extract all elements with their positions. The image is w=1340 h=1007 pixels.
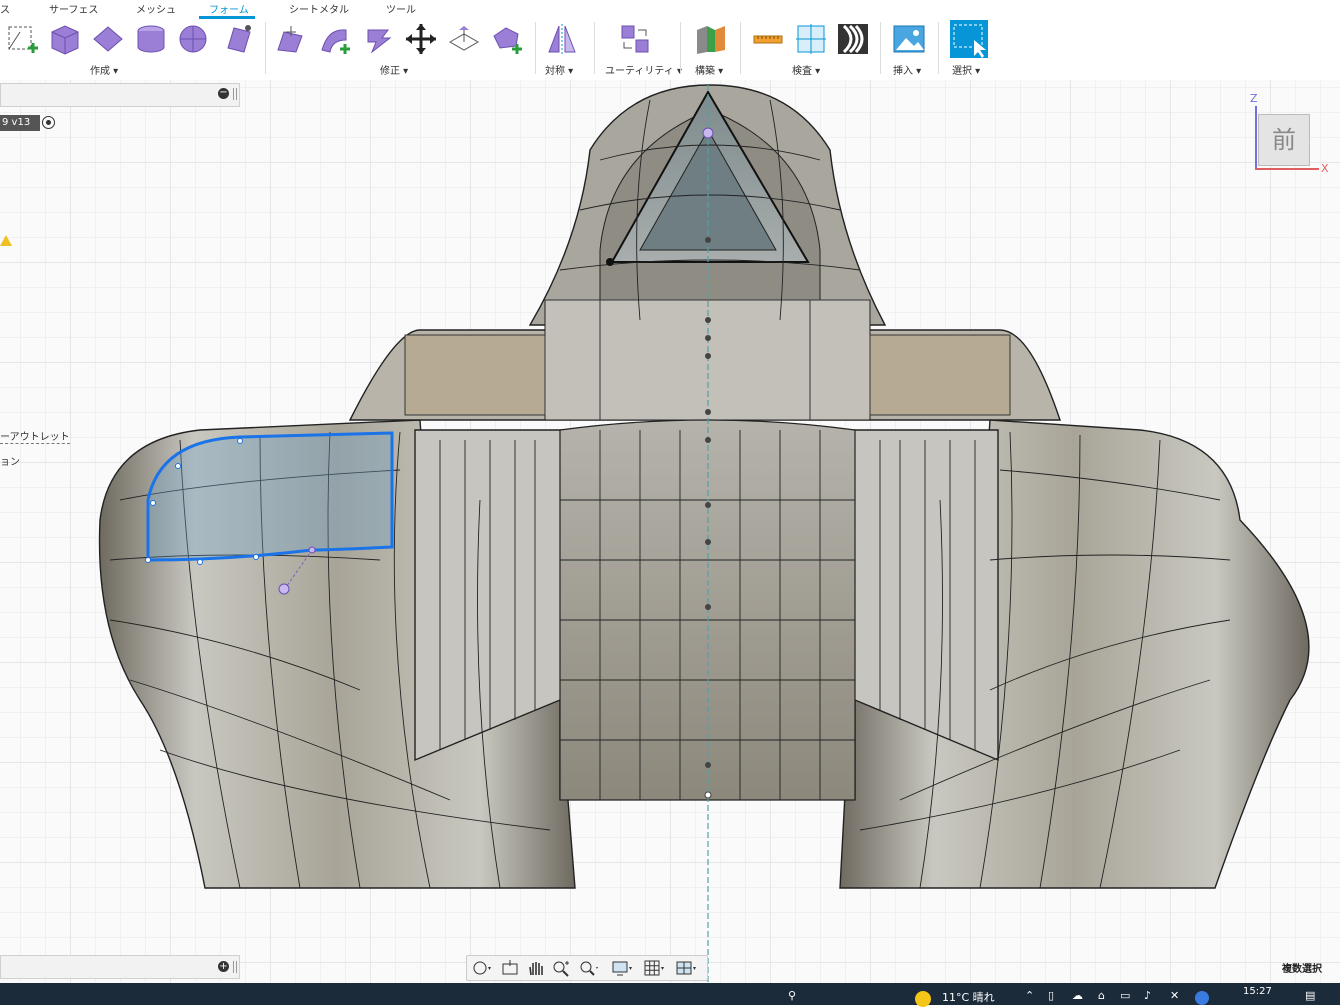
zebra-analysis-icon[interactable] <box>836 22 870 56</box>
sphere-icon[interactable] <box>176 22 210 56</box>
active-tab-indicator <box>199 16 255 19</box>
navigation-bar <box>466 955 708 981</box>
tray-app-icon[interactable] <box>1195 991 1209 1005</box>
viewports-icon[interactable] <box>675 959 697 977</box>
construct-plane-icon[interactable] <box>694 22 728 56</box>
toolbar-separator <box>938 22 939 74</box>
warning-icon <box>0 235 12 246</box>
crease-icon[interactable] <box>447 22 481 56</box>
axis-x-label: X <box>1321 162 1329 175</box>
toolbar-separator <box>680 22 681 74</box>
grid-settings-icon[interactable] <box>643 959 665 977</box>
toolbar-separator <box>265 22 266 74</box>
construct-group-label[interactable]: 構築 ▾ <box>695 62 723 77</box>
browser-row-outlet[interactable]: ーアウトレット <box>0 428 70 444</box>
tab-form[interactable]: フォーム <box>209 1 249 16</box>
tspline-model[interactable] <box>0 80 1340 983</box>
add-comment-icon[interactable]: + <box>218 961 229 972</box>
insert-group-label[interactable]: 挿入 ▾ <box>893 62 921 77</box>
toolbar-separator <box>880 22 881 74</box>
tray-usb-icon[interactable]: ⌂ <box>1098 989 1105 1002</box>
weather-status[interactable]: 11°C 晴れ <box>942 989 995 1005</box>
selection-mode-status[interactable]: 複数選択 <box>1282 960 1322 975</box>
subdivide-icon[interactable] <box>362 22 396 56</box>
x-axis-line <box>1255 168 1319 170</box>
edit-form-icon[interactable] <box>274 22 308 56</box>
convert-icon[interactable] <box>618 22 652 56</box>
measure-icon[interactable] <box>751 22 785 56</box>
create-group-label[interactable]: 作成 ▾ <box>90 62 118 77</box>
modify-group-label[interactable]: 修正 ▾ <box>380 62 408 77</box>
browser-row-tion[interactable]: ョン <box>0 453 20 468</box>
zoom-icon[interactable] <box>551 959 573 977</box>
plane-icon[interactable] <box>91 22 125 56</box>
tray-volume-icon[interactable]: ♪ <box>1144 989 1151 1002</box>
toolbar-separator <box>740 22 741 74</box>
tab-mesh[interactable]: メッシュ <box>136 1 176 16</box>
tab-solid[interactable]: ス <box>0 1 10 16</box>
insert-edge-icon[interactable] <box>318 22 352 56</box>
create-sketch-icon[interactable] <box>6 22 40 56</box>
tab-surface[interactable]: サーフェス <box>49 1 98 16</box>
tray-close-icon[interactable]: ✕ <box>1170 989 1179 1002</box>
notification-icon[interactable]: ▤ <box>1305 989 1315 1002</box>
tab-sheet-metal[interactable]: シートメタル <box>289 1 349 16</box>
clock-time[interactable]: 15:27 <box>1243 986 1272 997</box>
toolbar-separator <box>594 22 595 74</box>
pan-hand-icon[interactable] <box>525 959 547 977</box>
mirror-icon[interactable] <box>545 22 579 56</box>
select-icon[interactable] <box>950 20 988 58</box>
section-analysis-icon[interactable] <box>794 22 828 56</box>
tray-device-icon[interactable]: ▯ <box>1048 989 1054 1002</box>
move-icon[interactable] <box>404 22 438 56</box>
display-settings-icon[interactable] <box>611 959 633 977</box>
viewcube-front-face[interactable]: 前 <box>1258 114 1310 166</box>
canvas-viewport[interactable] <box>0 80 1340 983</box>
tray-network-icon[interactable]: ▭ <box>1120 989 1130 1002</box>
fit-icon[interactable] <box>577 959 599 977</box>
orbit-icon[interactable] <box>471 959 493 977</box>
collapse-icon[interactable]: − <box>218 88 229 99</box>
z-axis-line <box>1255 106 1257 168</box>
browser-panel-header[interactable]: − <box>0 83 240 107</box>
chevron-up-icon[interactable]: ⌃ <box>1025 989 1034 1002</box>
box-icon[interactable] <box>48 22 82 56</box>
inspect-group-label[interactable]: 検査 ▾ <box>792 62 820 77</box>
insert-image-icon[interactable] <box>892 22 926 56</box>
comments-panel[interactable]: + <box>0 955 240 979</box>
symmetry-group-label[interactable]: 対称 ▾ <box>545 62 573 77</box>
viewcube[interactable]: Z 前 X <box>1248 92 1340 178</box>
quadball-icon[interactable] <box>220 22 254 56</box>
cylinder-icon[interactable] <box>134 22 168 56</box>
people-icon[interactable]: ⚲ <box>788 989 796 1002</box>
radio-target-icon[interactable] <box>42 116 55 129</box>
document-version: 9 v13 <box>0 115 40 131</box>
uncrease-icon[interactable] <box>490 22 524 56</box>
axis-z-label: Z <box>1250 92 1258 105</box>
windows-taskbar: ⚲ 11°C 晴れ ⌃ ▯ ☁ ⌂ ▭ ♪ ✕ 15:27 ▤ <box>0 983 1340 1007</box>
look-at-icon[interactable] <box>499 959 521 977</box>
viewcube-face-label: 前 <box>1272 126 1296 154</box>
ribbon-toolbar: ス サーフェス メッシュ フォーム シートメタル ツール 作成 ▾ 修正 ▾ 対… <box>0 0 1340 81</box>
select-group-label[interactable]: 選択 ▾ <box>952 62 980 77</box>
panel-grip-icon[interactable] <box>233 961 237 973</box>
panel-grip-icon[interactable] <box>233 88 237 100</box>
tab-tools[interactable]: ツール <box>386 1 416 16</box>
utility-group-label[interactable]: ユーティリティ ▾ <box>605 62 682 77</box>
toolbar-separator <box>535 22 536 74</box>
tray-cloud-icon[interactable]: ☁ <box>1072 989 1083 1002</box>
